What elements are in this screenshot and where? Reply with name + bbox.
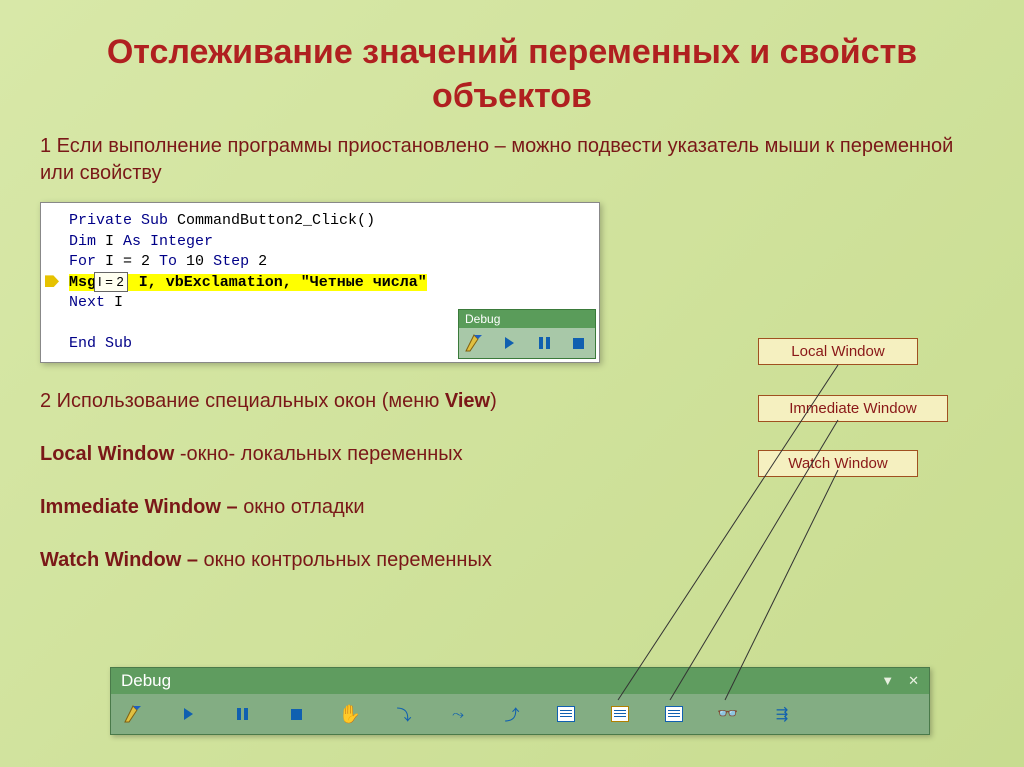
toolbar-close-icon[interactable]: ✕ — [908, 673, 919, 689]
code-text: I, vbExclamation, "Четные числа" — [130, 274, 427, 291]
debug-toolbar-label: Debug — [121, 671, 171, 691]
immediate-window-label: Immediate Window — [758, 395, 948, 422]
code-text: 2 — [258, 253, 267, 270]
debug-toolbar: Debug ▼ ✕ ✋ ⤵ ⤳ ⤴ 👓 ⇶ — [110, 667, 930, 735]
mini-debug-title: Debug — [459, 310, 595, 328]
immediate-window-desc: Immediate Window – окно отладки — [0, 489, 1024, 526]
code-window: Private Sub CommandButton2_Click() Dim I… — [40, 202, 600, 363]
local-window-label: Local Window — [758, 338, 918, 365]
code-text: Msg — [69, 274, 96, 291]
code-text: CommandButton2_Click() — [168, 212, 375, 229]
code-kw: As Integer — [123, 233, 213, 250]
pause-icon[interactable] — [532, 331, 557, 355]
execution-pointer-icon — [45, 275, 59, 287]
code-kw: Dim — [69, 233, 105, 250]
step-over-button[interactable]: ⤳ — [445, 702, 471, 726]
step-out-button[interactable]: ⤴ — [499, 702, 525, 726]
slide-title: Отслеживание значений переменных и свойс… — [0, 0, 1024, 128]
code-kw: Step — [213, 253, 258, 270]
mini-debug-toolbar: Debug — [458, 309, 596, 359]
design-mode-button[interactable] — [121, 702, 147, 726]
code-text: I — [105, 233, 123, 250]
quick-watch-button[interactable]: 👓 — [715, 702, 741, 726]
reset-button[interactable] — [283, 702, 309, 726]
locals-window-button[interactable] — [553, 702, 579, 726]
code-text: 10 — [186, 253, 213, 270]
code-text: I — [114, 294, 123, 311]
variable-tooltip: I = 2 — [94, 272, 128, 292]
break-button[interactable] — [229, 702, 255, 726]
design-mode-icon[interactable] — [463, 331, 488, 355]
code-kw: To — [159, 253, 186, 270]
watch-window-label: Watch Window — [758, 450, 918, 477]
point-1-text: 1 Если выполнение программы приостановле… — [0, 128, 1024, 192]
watch-window-desc: Watch Window – окно контрольных переменн… — [0, 542, 1024, 579]
highlighted-line: MsgI = 2 I, vbExclamation, "Четные числа… — [69, 274, 427, 291]
play-icon[interactable] — [498, 331, 523, 355]
stop-icon[interactable] — [567, 331, 592, 355]
code-kw: For — [69, 253, 105, 270]
run-button[interactable] — [175, 702, 201, 726]
code-kw: End Sub — [69, 335, 132, 352]
code-kw: Next — [69, 294, 114, 311]
toggle-breakpoint-button[interactable]: ✋ — [337, 702, 363, 726]
toolbar-options-icon[interactable]: ▼ — [881, 673, 894, 689]
immediate-window-button[interactable] — [607, 702, 633, 726]
watch-window-button[interactable] — [661, 702, 687, 726]
code-kw: Private Sub — [69, 212, 168, 229]
call-stack-button[interactable]: ⇶ — [769, 702, 795, 726]
code-text: I = 2 — [105, 253, 159, 270]
step-into-button[interactable]: ⤵ — [391, 702, 417, 726]
debug-toolbar-title: Debug ▼ ✕ — [111, 668, 929, 694]
